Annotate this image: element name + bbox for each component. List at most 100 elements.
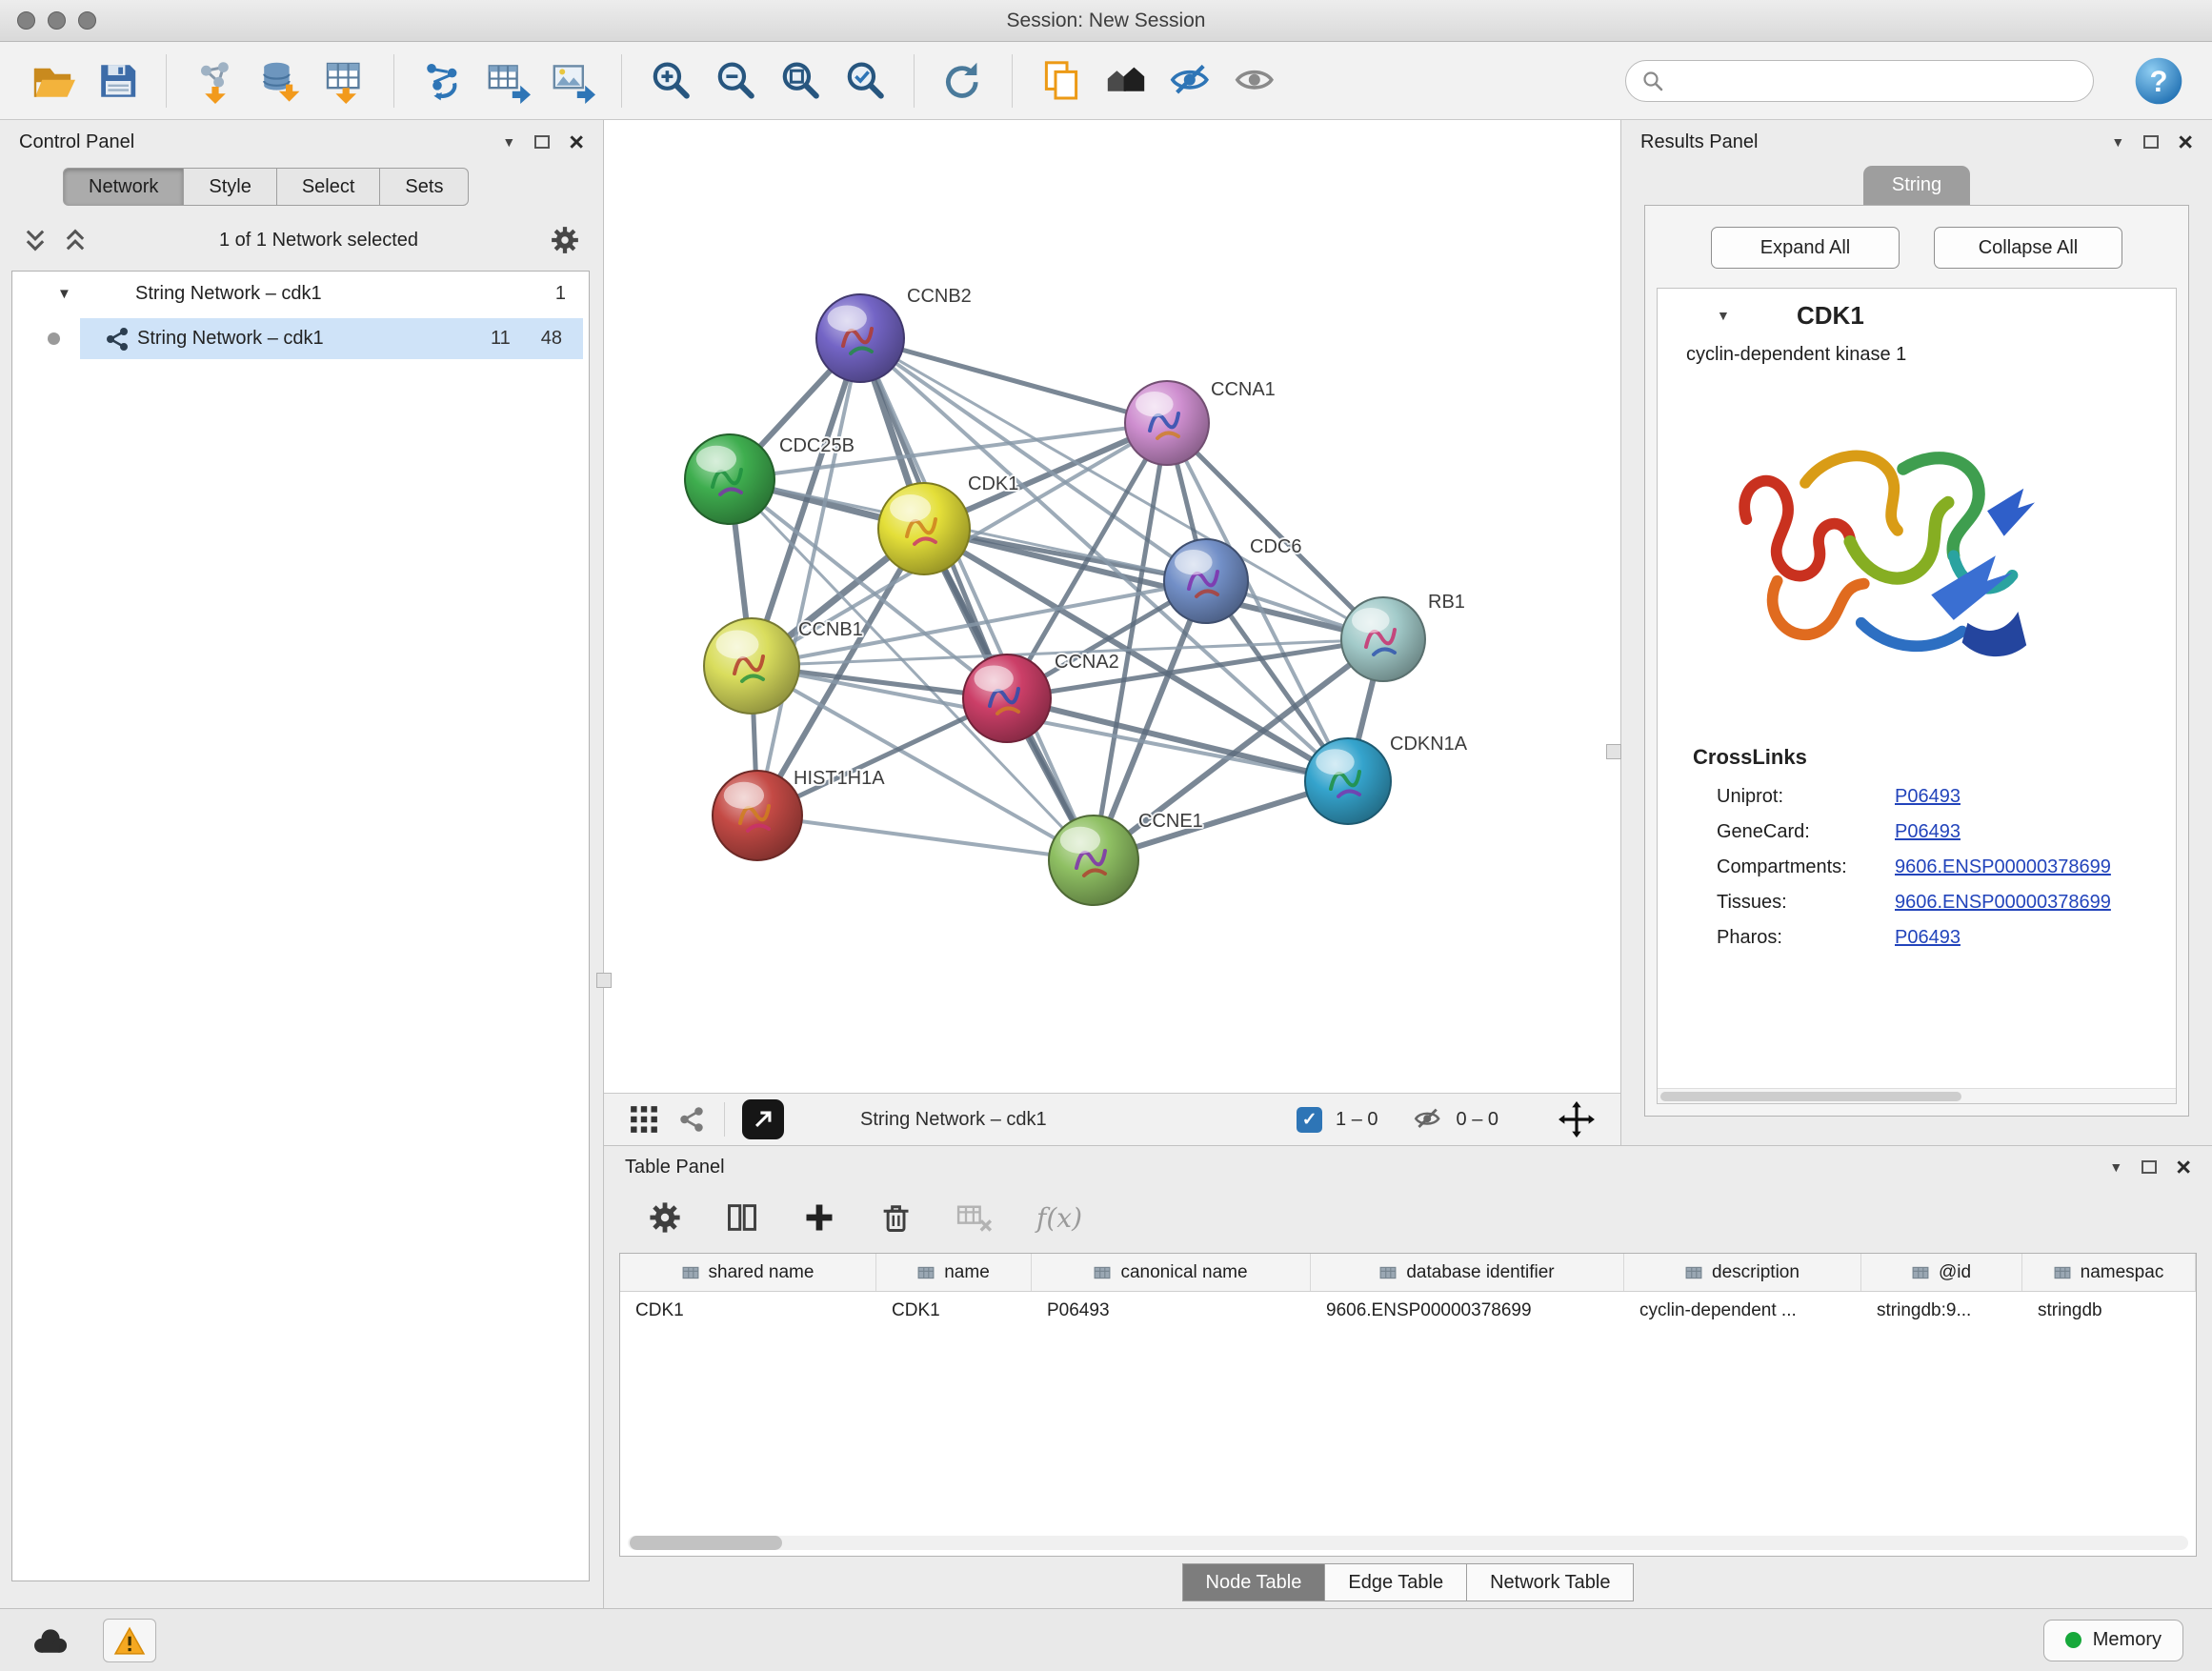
column-header-database-identifier[interactable]: database identifier <box>1311 1254 1624 1291</box>
hidden-eye-slash-icon[interactable] <box>1413 1104 1443 1135</box>
control-panel-close-icon[interactable]: × <box>569 130 584 155</box>
tab-network[interactable]: Network <box>63 168 184 206</box>
zoom-out-button[interactable] <box>710 54 761 108</box>
open-session-button[interactable] <box>27 54 78 108</box>
help-button[interactable]: ? <box>2132 54 2185 108</box>
scrollbar-thumb[interactable] <box>630 1536 782 1550</box>
show-all-button[interactable] <box>1230 54 1281 108</box>
selected-checkbox-icon[interactable]: ✓ <box>1297 1107 1322 1133</box>
crosslink-tissues[interactable]: 9606.ENSP00000378699 <box>1895 892 2111 914</box>
table-panel-close-icon[interactable]: × <box>2176 1155 2191 1180</box>
string-tab[interactable]: String <box>1863 166 1970 205</box>
splitter-handle[interactable] <box>1606 744 1621 759</box>
table-panel-float-icon[interactable] <box>2142 1160 2157 1174</box>
crosslink-uniprot[interactable]: P06493 <box>1895 786 1961 808</box>
cell-canonical-name[interactable]: P06493 <box>1032 1292 1311 1330</box>
network-graph[interactable]: CCNB2CCNA1CDC25BCDK1CDC6RB1CCNB1CCNA2CDK… <box>604 120 1620 1093</box>
network-edge[interactable] <box>860 338 1094 860</box>
network-share-icon[interactable] <box>676 1104 707 1135</box>
collapse-arrow-icon[interactable]: ▼ <box>57 286 80 302</box>
expand-all-button[interactable]: Expand All <box>1711 227 1900 269</box>
results-panel-close-icon[interactable]: × <box>2178 130 2193 155</box>
show-columns-icon[interactable] <box>724 1200 760 1235</box>
cell-namespace[interactable]: stringdb <box>2022 1292 2196 1330</box>
tab-sets[interactable]: Sets <box>380 168 469 206</box>
entry-collapse-icon[interactable]: ▼ <box>1717 309 1736 322</box>
window-zoom-button[interactable] <box>78 11 96 30</box>
window-minimize-button[interactable] <box>48 11 66 30</box>
scrollbar-thumb[interactable] <box>1660 1092 1961 1101</box>
crosslink-compartments[interactable]: 9606.ENSP00000378699 <box>1895 856 2111 878</box>
import-network-from-database-button[interactable] <box>254 54 306 108</box>
hide-selected-button[interactable] <box>1165 54 1217 108</box>
splitter-handle[interactable] <box>596 973 612 988</box>
zoom-in-button[interactable] <box>645 54 696 108</box>
tab-select[interactable]: Select <box>277 168 381 206</box>
export-table-button[interactable] <box>482 54 533 108</box>
window-close-button[interactable] <box>17 11 35 30</box>
network-edge[interactable] <box>757 815 1094 860</box>
network-row-selected[interactable]: String Network – cdk1 11 48 <box>12 316 589 361</box>
toolbar-separator <box>621 54 622 108</box>
crosslink-pharos[interactable]: P06493 <box>1895 927 1961 949</box>
tab-style[interactable]: Style <box>184 168 276 206</box>
network-edge[interactable] <box>757 338 860 815</box>
tab-network-table[interactable]: Network Table <box>1467 1563 1634 1601</box>
open-in-window-button[interactable] <box>742 1099 784 1139</box>
import-table-from-file-button[interactable] <box>319 54 371 108</box>
column-header-namespace[interactable]: namespac <box>2022 1254 2196 1291</box>
memory-button[interactable]: Memory <box>2043 1620 2183 1661</box>
zoom-selected-button[interactable] <box>839 54 891 108</box>
tab-edge-table[interactable]: Edge Table <box>1325 1563 1467 1601</box>
warnings-button[interactable] <box>103 1619 156 1662</box>
birds-eye-view-button[interactable] <box>1100 54 1152 108</box>
import-network-from-file-button[interactable] <box>190 54 241 108</box>
refresh-button[interactable] <box>937 54 989 108</box>
column-header-shared-name[interactable]: shared name <box>620 1254 876 1291</box>
help-icon: ? <box>2133 55 2184 107</box>
table-panel-menu-icon[interactable]: ▼ <box>2109 1160 2122 1174</box>
control-panel-menu-icon[interactable]: ▼ <box>502 135 515 149</box>
zoom-fit-button[interactable] <box>774 54 826 108</box>
expand-all-icon[interactable] <box>63 227 88 253</box>
column-header-id[interactable]: @id <box>1861 1254 2022 1291</box>
results-panel-menu-icon[interactable]: ▼ <box>2111 135 2124 149</box>
crosslink-genecard[interactable]: P06493 <box>1895 821 1961 843</box>
save-session-button[interactable] <box>91 54 143 108</box>
search-input[interactable] <box>1674 70 2078 91</box>
grid-view-icon[interactable] <box>629 1104 659 1135</box>
export-image-button[interactable] <box>547 54 598 108</box>
tab-node-table[interactable]: Node Table <box>1182 1563 1326 1601</box>
column-header-canonical-name[interactable]: canonical name <box>1032 1254 1311 1291</box>
cell-shared-name[interactable]: CDK1 <box>620 1292 876 1330</box>
network-canvas[interactable]: CCNB2CCNA1CDC25BCDK1CDC6RB1CCNB1CCNA2CDK… <box>604 120 1620 1093</box>
open-folder-icon <box>30 58 75 104</box>
cell-name[interactable]: CDK1 <box>876 1292 1032 1330</box>
network-collection-row[interactable]: ▼ String Network – cdk1 1 <box>12 272 589 316</box>
column-header-name[interactable]: name <box>876 1254 1032 1291</box>
control-panel-float-icon[interactable] <box>534 135 550 149</box>
column-header-description[interactable]: description <box>1624 1254 1861 1291</box>
new-network-from-selection-button[interactable] <box>417 54 469 108</box>
delete-icon[interactable] <box>878 1200 913 1235</box>
search-box[interactable] <box>1625 60 2094 102</box>
collapse-all-button[interactable]: Collapse All <box>1934 227 2122 269</box>
cloud-icon[interactable] <box>29 1624 70 1657</box>
network-options-gear-icon[interactable] <box>550 225 580 255</box>
database-icon <box>257 58 303 104</box>
table-options-gear-icon[interactable] <box>648 1200 682 1235</box>
pan-crosshair-icon[interactable] <box>1558 1100 1596 1138</box>
add-icon[interactable] <box>802 1200 836 1235</box>
results-panel-float-icon[interactable] <box>2143 135 2159 149</box>
cell-id[interactable]: stringdb:9... <box>1861 1292 2022 1330</box>
traffic-lights <box>17 11 96 30</box>
cell-database-identifier[interactable]: 9606.ENSP00000378699 <box>1311 1292 1624 1330</box>
horizontal-scrollbar[interactable] <box>1658 1088 2176 1103</box>
save-icon <box>94 58 140 104</box>
table-row[interactable]: CDK1 CDK1 P06493 9606.ENSP00000378699 cy… <box>620 1292 2196 1330</box>
copy-button[interactable] <box>1036 54 1087 108</box>
collapse-all-icon[interactable] <box>23 227 48 253</box>
table-horizontal-scrollbar[interactable] <box>628 1536 2188 1550</box>
cell-description[interactable]: cyclin-dependent ... <box>1624 1292 1861 1330</box>
export-table-icon <box>485 58 531 104</box>
